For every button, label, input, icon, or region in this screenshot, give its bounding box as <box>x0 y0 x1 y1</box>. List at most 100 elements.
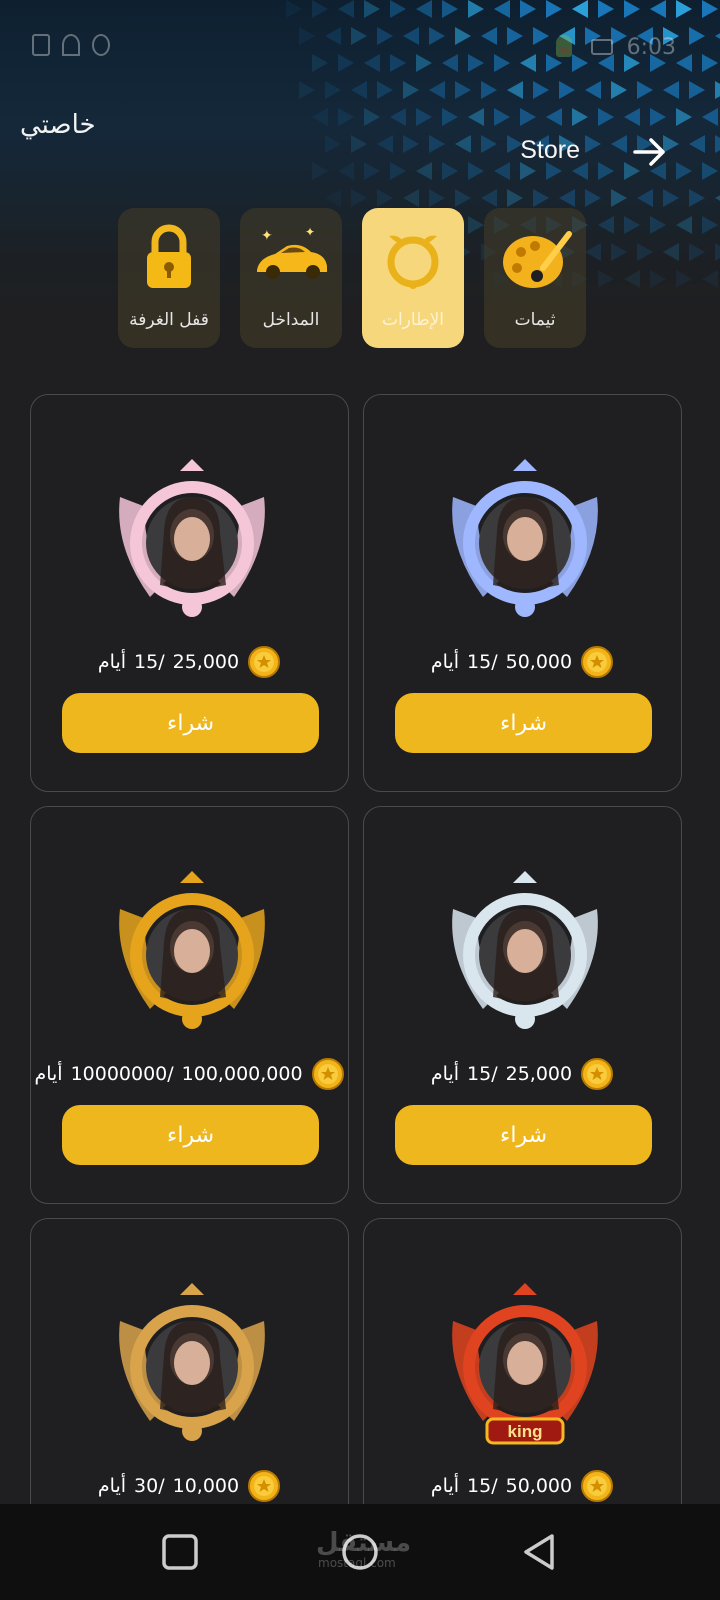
pattern-triangle <box>520 0 536 18</box>
days-label: أيام <box>430 1475 460 1497</box>
price: 25,000 <box>505 1063 573 1085</box>
pattern-triangle <box>481 189 497 207</box>
frame-card[interactable]: أيام 15/ 50,000 شراء <box>363 394 682 792</box>
buy-button[interactable]: شراء <box>395 1105 652 1165</box>
pattern-triangle <box>286 0 302 18</box>
status-time: 6:03 <box>626 34 676 60</box>
days-label: أيام <box>97 1475 127 1497</box>
pattern-triangle <box>676 0 692 18</box>
days-label: أيام <box>430 1063 460 1085</box>
car-icon: ✦ ✦ <box>257 225 327 279</box>
frame-card[interactable]: أيام 10000000/ 100,000,000 شراء <box>30 806 349 1204</box>
tab-themes[interactable]: ثيمات <box>484 208 586 348</box>
pattern-triangle <box>676 216 692 234</box>
pattern-triangle <box>715 243 720 261</box>
pattern-triangle <box>481 81 497 99</box>
pattern-triangle <box>689 243 705 261</box>
tab-room-lock[interactable]: قفل الغرفة <box>118 208 220 348</box>
pattern-triangle <box>663 189 679 207</box>
status-icons-right: 6:03 <box>551 34 676 60</box>
frame-card[interactable]: أيام 15/ 25,000 شراء <box>363 806 682 1204</box>
arrow-right-icon[interactable] <box>630 132 670 172</box>
gold-coin-icon <box>311 1058 344 1090</box>
pattern-triangle <box>572 108 588 126</box>
pattern-triangle <box>442 0 458 18</box>
avatar-frame-preview <box>119 459 265 617</box>
pattern-triangle <box>390 162 406 180</box>
pattern-triangle <box>429 189 445 207</box>
pattern-triangle <box>507 81 523 99</box>
pattern-triangle <box>650 108 666 126</box>
pattern-triangle <box>299 81 315 99</box>
pattern-triangle <box>624 0 640 18</box>
frame-wreath-icon <box>387 235 439 289</box>
price: 50,000 <box>505 1475 573 1497</box>
pattern-triangle <box>377 135 393 153</box>
pattern-triangle <box>585 189 601 207</box>
pattern-triangle <box>702 0 718 18</box>
pattern-triangle <box>429 81 445 99</box>
pattern-triangle <box>364 162 380 180</box>
status-icons-left <box>32 34 110 56</box>
pattern-triangle <box>455 135 471 153</box>
buy-button[interactable]: شراء <box>395 693 652 753</box>
pattern-triangle <box>455 81 471 99</box>
pattern-triangle <box>676 162 692 180</box>
duration: 10000000/ <box>70 1063 174 1085</box>
tab-label: الإطارات <box>381 310 445 330</box>
alarm-off-icon <box>92 34 110 56</box>
pattern-triangle <box>572 0 588 18</box>
pattern-triangle <box>377 81 393 99</box>
pattern-triangle <box>624 108 640 126</box>
pattern-triangle <box>611 243 627 261</box>
watermark-logo: مستقل <box>316 1528 412 1558</box>
avatar-frame-preview: king <box>452 1283 598 1445</box>
frame-card[interactable]: أيام 15/ 25,000 شراء <box>30 394 349 792</box>
pattern-triangle <box>494 162 510 180</box>
recent-apps-icon[interactable] <box>158 1530 202 1574</box>
duration: 15/ <box>467 1063 498 1085</box>
buy-button[interactable]: شراء <box>62 693 319 753</box>
pattern-triangle <box>598 216 614 234</box>
pattern-triangle <box>637 81 653 99</box>
price: 25,000 <box>172 651 240 673</box>
category-tabs: قفل الغرفة ✦ ✦ المداخل الإطارات ثيمات <box>118 208 586 348</box>
days-label: أيام <box>97 651 127 673</box>
back-icon[interactable] <box>518 1530 562 1574</box>
pattern-triangle <box>676 270 692 288</box>
avatar-frame-preview <box>452 871 598 1029</box>
pattern-triangle <box>403 189 419 207</box>
avatar-frame-preview <box>452 459 598 617</box>
battery-icon <box>32 34 50 56</box>
gold-coin-icon <box>581 646 614 678</box>
tab-label: قفل الغرفة <box>129 310 209 330</box>
pattern-triangle <box>663 243 679 261</box>
svg-text:✦: ✦ <box>261 228 273 244</box>
pattern-triangle <box>468 162 484 180</box>
pattern-triangle <box>650 0 666 18</box>
lock-icon <box>147 224 191 288</box>
store-link[interactable]: Store <box>520 136 580 165</box>
pattern-triangle <box>715 135 720 153</box>
duration: 30/ <box>134 1475 165 1497</box>
buy-button[interactable]: شراء <box>62 1105 319 1165</box>
pattern-triangle <box>559 189 575 207</box>
tab-entrances[interactable]: ✦ ✦ المداخل <box>240 208 342 348</box>
watermark-url: mostaql.com <box>318 1556 396 1570</box>
pattern-triangle <box>598 270 614 288</box>
pattern-triangle <box>611 135 627 153</box>
pattern-triangle <box>637 189 653 207</box>
pattern-triangle <box>702 216 718 234</box>
pattern-triangle <box>468 108 484 126</box>
pattern-triangle <box>585 135 601 153</box>
pattern-triangle <box>533 81 549 99</box>
svg-text:king: king <box>508 1422 543 1441</box>
pattern-triangle <box>442 162 458 180</box>
duration: 15/ <box>134 651 165 673</box>
pattern-triangle <box>702 270 718 288</box>
pattern-triangle <box>312 162 328 180</box>
pattern-triangle <box>650 216 666 234</box>
pattern-triangle <box>533 189 549 207</box>
gold-coin-icon <box>248 1470 281 1502</box>
tab-frames[interactable]: الإطارات <box>362 208 464 348</box>
